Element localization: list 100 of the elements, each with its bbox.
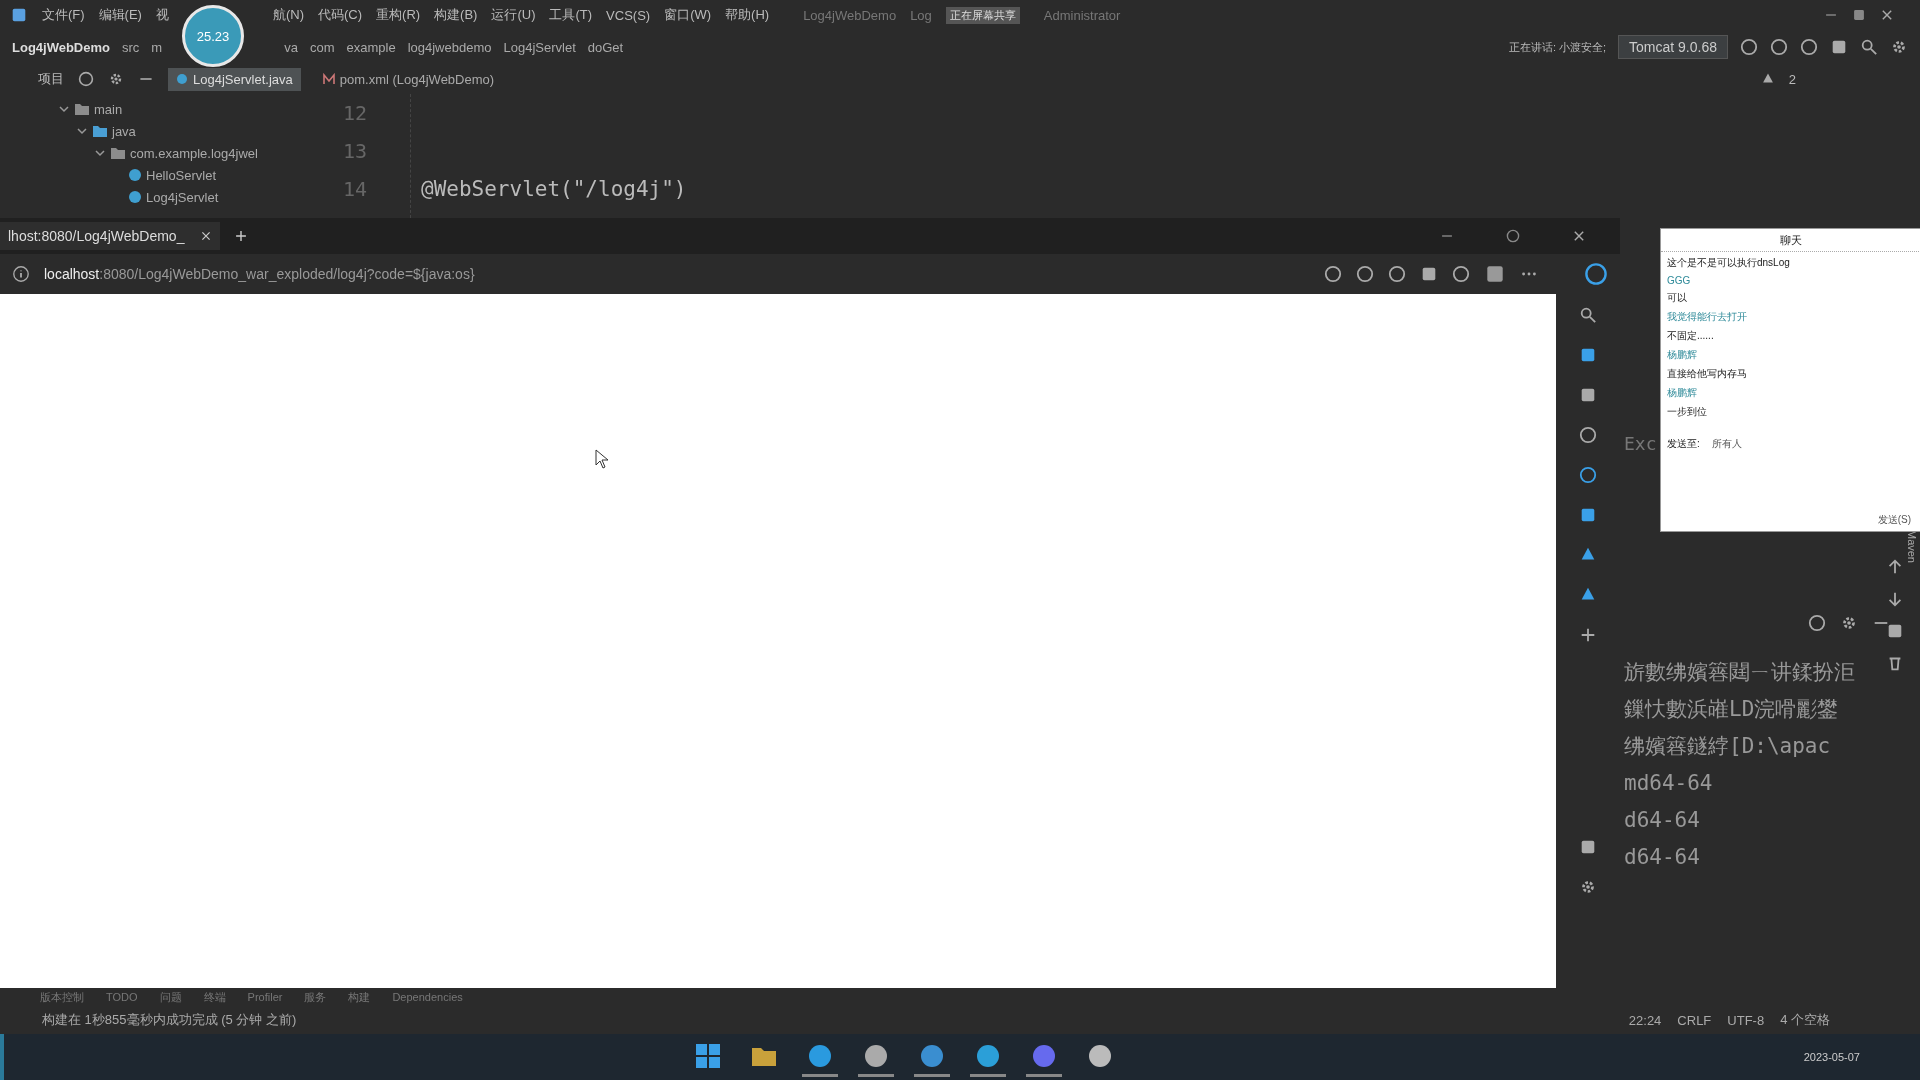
recipient-dropdown[interactable]: 所有人 bbox=[1711, 437, 1742, 451]
class-icon bbox=[128, 168, 142, 182]
menu-item[interactable]: 文件(F) bbox=[42, 6, 85, 24]
folder-icon bbox=[110, 146, 126, 160]
sender-name: 杨鹏辉 bbox=[1667, 386, 1698, 400]
chevron-icon[interactable] bbox=[76, 125, 88, 137]
down-arrow-icon[interactable] bbox=[1886, 590, 1904, 608]
cursor-icon bbox=[595, 449, 609, 469]
speaker-notice: 正在讲话: 小渡安全; bbox=[1508, 39, 1607, 55]
settings-icon[interactable] bbox=[1890, 38, 1908, 56]
up-arrow-icon[interactable] bbox=[1886, 558, 1904, 576]
maven-icon bbox=[322, 73, 335, 85]
chat-message: 这个是不是可以执行dnsLog bbox=[1667, 256, 1791, 270]
settings-icon[interactable] bbox=[1840, 614, 1858, 632]
warning-icon[interactable] bbox=[1760, 72, 1775, 86]
breadcrumb[interactable]: va bbox=[284, 39, 298, 55]
breadcrumb[interactable]: Log4jWebDemo bbox=[12, 39, 110, 55]
console-line: d64-64 bbox=[1624, 807, 1700, 834]
editor-tab[interactable]: pom.xml (Log4jWebDemo) bbox=[314, 67, 503, 91]
line-number: 13 bbox=[342, 138, 368, 165]
menu-item[interactable]: 编辑(E) bbox=[98, 6, 142, 24]
status-item[interactable]: UTF-8 bbox=[1727, 1012, 1765, 1028]
breadcrumb[interactable]: log4jwebdemo bbox=[407, 39, 492, 55]
status-message: 构建在 1秒855毫秒内成功完成 (5 分钟 之前) bbox=[42, 1011, 297, 1029]
recording-badge: 25.23 bbox=[182, 5, 244, 67]
breadcrumb[interactable]: src bbox=[122, 39, 140, 55]
editor-tab[interactable]: Log4jServlet.java bbox=[168, 67, 301, 91]
user-name: Administrator bbox=[1043, 7, 1121, 23]
sharing-notice: 正在屏幕共享 bbox=[945, 6, 1020, 24]
send-button[interactable]: 发送(S) bbox=[1867, 509, 1920, 531]
breadcrumb[interactable]: example bbox=[346, 39, 396, 55]
status-item[interactable]: 22:24 bbox=[1628, 1012, 1662, 1028]
status-item[interactable]: CRLF bbox=[1677, 1012, 1712, 1028]
sender-name: 杨鹏辉 bbox=[1667, 348, 1698, 362]
app-logo-icon[interactable] bbox=[10, 6, 28, 24]
console-line: d64-64 bbox=[1624, 844, 1700, 871]
menu-item[interactable]: 窗口(W) bbox=[664, 6, 712, 24]
sender-name: 我觉得能行去打开 bbox=[1667, 310, 1748, 324]
tool-tab[interactable]: 终端 bbox=[203, 989, 226, 1005]
menu-item[interactable]: 构建(B) bbox=[434, 6, 478, 24]
console-line: 旂數绋嬪簭閮ㄧ讲鍒扮洰 bbox=[1624, 659, 1855, 686]
sender-name: GGG bbox=[1667, 275, 1692, 286]
browser-tab[interactable]: lhost:8080/Log4jWebDemo_ bbox=[0, 222, 221, 250]
tree-item[interactable]: java bbox=[112, 123, 136, 139]
tool-tab[interactable]: 构建 bbox=[348, 989, 371, 1005]
chevron-icon[interactable] bbox=[94, 147, 106, 159]
console-line: md64-64 bbox=[1624, 770, 1713, 797]
menu-item[interactable]: 工具(T) bbox=[549, 6, 593, 24]
menu-item[interactable]: VCS(S) bbox=[606, 7, 651, 23]
breadcrumb[interactable]: com bbox=[309, 39, 335, 55]
window-title: Log bbox=[910, 7, 932, 23]
class-icon bbox=[128, 190, 142, 204]
chevron-icon[interactable] bbox=[58, 103, 70, 115]
menu-item[interactable]: 帮助(H) bbox=[725, 6, 770, 24]
settings-icon[interactable] bbox=[108, 71, 124, 87]
folder-icon bbox=[92, 124, 108, 138]
close-icon[interactable] bbox=[1880, 8, 1894, 22]
menu-item[interactable]: 重构(R) bbox=[376, 6, 421, 24]
tree-item[interactable]: HelloServlet bbox=[146, 167, 217, 183]
info-icon[interactable] bbox=[12, 265, 30, 283]
tree-item[interactable]: main bbox=[94, 101, 123, 117]
close-icon[interactable] bbox=[1572, 229, 1586, 243]
tool-tab[interactable]: 版本控制 bbox=[40, 989, 84, 1005]
tree-item[interactable]: Log4jServlet bbox=[146, 189, 219, 205]
new-tab-icon[interactable] bbox=[234, 229, 249, 243]
code-line: @WebServlet("/log4j") bbox=[421, 176, 687, 203]
menu-item[interactable]: 航(N) bbox=[272, 6, 304, 24]
status-item[interactable]: 4 个空格 bbox=[1780, 1011, 1830, 1029]
restore-icon[interactable] bbox=[1852, 8, 1866, 22]
menu-item[interactable]: 运行(U) bbox=[491, 6, 536, 24]
tool-tab[interactable]: Profiler bbox=[247, 991, 283, 1003]
breadcrumb[interactable]: doGet bbox=[587, 39, 624, 55]
window-title: Log4jWebDemo bbox=[803, 7, 897, 23]
chat-message: 一步到位 bbox=[1667, 405, 1708, 419]
chat-message: 可以 bbox=[1667, 291, 1688, 305]
tree-item[interactable]: com.example.log4jwel bbox=[130, 145, 258, 161]
line-number: 14 bbox=[342, 176, 368, 203]
tool-tab[interactable]: TODO bbox=[106, 991, 138, 1003]
breadcrumb[interactable]: Log4jServlet bbox=[503, 39, 576, 55]
add-icon[interactable] bbox=[1579, 626, 1597, 644]
menu-item[interactable]: 视 bbox=[155, 6, 169, 24]
settings-icon[interactable] bbox=[1579, 878, 1597, 896]
console-line: 绋嬪簭鐩綍[D:\apac bbox=[1624, 733, 1831, 760]
chat-title: 聊天 bbox=[1780, 232, 1802, 248]
close-icon[interactable] bbox=[200, 230, 213, 242]
tool-tab[interactable]: 问题 bbox=[159, 989, 182, 1005]
search-icon[interactable] bbox=[1579, 306, 1597, 324]
console-header: Exc bbox=[1624, 433, 1657, 454]
breadcrumb[interactable]: m bbox=[151, 39, 163, 55]
stop-icon[interactable] bbox=[1830, 38, 1848, 56]
tool-tab[interactable]: Dependencies bbox=[392, 991, 463, 1003]
menu-item[interactable]: 代码(C) bbox=[318, 6, 363, 24]
folder-icon bbox=[74, 102, 90, 116]
console-line: 鏁忕數浜嶉LD浣嗗彲鐢 bbox=[1624, 696, 1839, 723]
search-icon[interactable] bbox=[1860, 38, 1878, 56]
project-label[interactable]: 项目 bbox=[38, 70, 64, 88]
send-to-label: 发送至: bbox=[1667, 437, 1700, 451]
line-number: 12 bbox=[342, 100, 368, 127]
tool-tab[interactable]: 服务 bbox=[304, 989, 327, 1005]
run-config-dropdown[interactable]: Tomcat 9.0.68 bbox=[1618, 35, 1728, 59]
